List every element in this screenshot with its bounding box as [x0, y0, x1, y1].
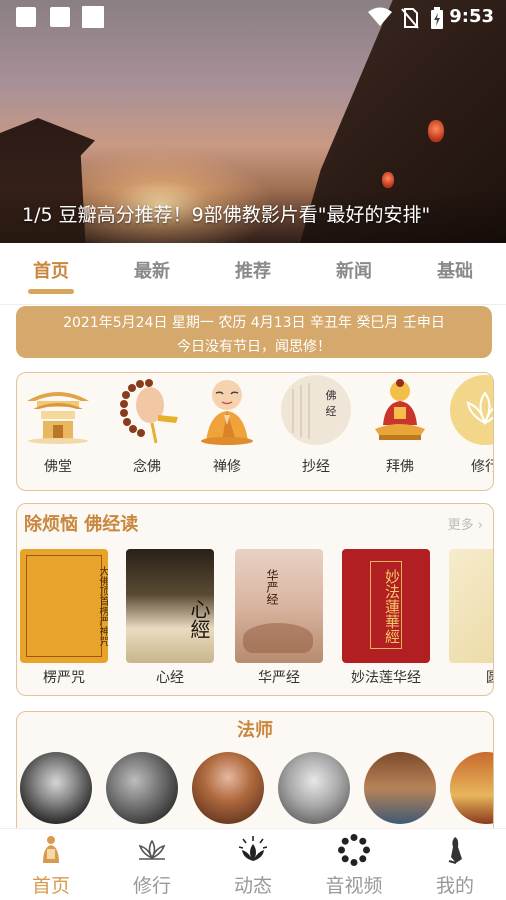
- no-sim-icon: [401, 8, 419, 29]
- nav-practice[interactable]: 修行: [112, 835, 192, 898]
- practice-shortcuts: 佛堂 念佛 禅修 佛 经 抄经 拜佛 修: [16, 372, 494, 491]
- more-link[interactable]: 更多 ›: [448, 514, 483, 533]
- tab-news[interactable]: 新闻: [319, 257, 389, 283]
- notification-icon: [16, 7, 36, 27]
- sutra-book[interactable]: 华严经 华严经: [235, 549, 323, 687]
- sutra-book[interactable]: 妙法蓮華經 妙法莲华经: [342, 549, 430, 687]
- master-avatar[interactable]: [278, 752, 350, 824]
- notification-icon: [50, 7, 70, 27]
- lotus-rays-icon: [213, 835, 293, 865]
- tab-basics[interactable]: 基础: [420, 257, 490, 283]
- sutra-scroll-icon: 佛 经: [281, 375, 351, 445]
- temple-icon: [23, 375, 93, 445]
- section-title: 法师: [237, 720, 273, 741]
- status-bar: 9:53: [0, 0, 506, 34]
- chevron-right-icon: ›: [477, 518, 483, 533]
- notification-icon: [82, 6, 104, 28]
- home-buddha-icon: [11, 835, 91, 865]
- battery-icon: [431, 7, 443, 29]
- svg-text:经: 经: [326, 405, 337, 418]
- sutra-book[interactable]: 大佛顶首楞严神咒 楞严咒: [20, 549, 108, 687]
- section-title: 除烦恼 佛经读: [24, 514, 139, 535]
- master-avatar[interactable]: [20, 752, 92, 824]
- lotus-icon: [450, 375, 493, 445]
- beads-ring-icon: [314, 834, 394, 866]
- book-cover: 大佛顶首楞严神咒: [20, 549, 108, 663]
- svg-text:佛: 佛: [326, 389, 337, 402]
- book-cover: 华严经: [235, 549, 323, 663]
- praying-hand-icon: [415, 835, 495, 865]
- tab-latest[interactable]: 最新: [117, 257, 187, 283]
- tab-home[interactable]: 首页: [16, 257, 86, 283]
- category-tabs: 首页 最新 推荐 新闻 基础: [0, 243, 506, 305]
- practice-item-meditate[interactable]: 禅修: [189, 375, 265, 476]
- prayer-beads-icon: [112, 375, 182, 445]
- lotus-icon: [112, 835, 192, 865]
- meditating-monk-icon: [192, 375, 262, 445]
- sutra-book[interactable]: 心經 心经: [126, 549, 214, 687]
- hero-banner[interactable]: 1/5 豆瓣高分推荐！9部佛教影片看"最好的安排": [0, 0, 506, 243]
- practice-item-hall[interactable]: 佛堂: [20, 375, 96, 476]
- sutra-section: 除烦恼 佛经读 更多 › 大佛顶首楞严神咒 楞严咒 心經 心经 华严经 华严经 …: [16, 503, 494, 696]
- lunar-date: 2021年5月24日 星期一 农历 4月13日 辛丑年 癸巳月 壬申日: [63, 315, 445, 331]
- tab-recommended[interactable]: 推荐: [218, 257, 288, 283]
- book-cover: 心經: [126, 549, 214, 663]
- master-avatar[interactable]: [106, 752, 178, 824]
- sutra-book[interactable]: 圆: [449, 549, 493, 687]
- festival-note: 今日没有节日，闻思修！: [177, 339, 331, 355]
- practice-item-worship[interactable]: 拜佛: [362, 375, 438, 476]
- date-banner: 2021年5月24日 星期一 农历 4月13日 辛丑年 癸巳月 壬申日 今日没有…: [16, 306, 492, 358]
- lantern: [428, 120, 444, 142]
- practice-item-cultivate[interactable]: 修行: [447, 375, 493, 476]
- active-tab-indicator: [28, 289, 74, 294]
- wifi-icon: [368, 7, 392, 26]
- book-cover: [449, 549, 493, 663]
- practice-item-chant[interactable]: 念佛: [109, 375, 185, 476]
- book-cover: 妙法蓮華經: [342, 549, 430, 663]
- master-avatar[interactable]: [450, 752, 493, 824]
- banner-caption: 1/5 豆瓣高分推荐！9部佛教影片看"最好的安排": [22, 204, 431, 226]
- buddha-statue-icon: [365, 375, 435, 445]
- practice-item-copy-sutra[interactable]: 佛 经 抄经: [278, 375, 354, 476]
- master-avatar[interactable]: [192, 752, 264, 824]
- clock: 9:53: [449, 6, 494, 27]
- nav-home[interactable]: 首页: [11, 835, 91, 898]
- nav-profile[interactable]: 我的: [415, 835, 495, 898]
- bottom-navigation: 首页 修行 动态 音视频 我的: [0, 828, 506, 900]
- masters-section: 法师: [16, 711, 494, 841]
- lantern: [382, 172, 394, 188]
- nav-feed[interactable]: 动态: [213, 835, 293, 898]
- master-avatar[interactable]: [364, 752, 436, 824]
- nav-media[interactable]: 音视频: [314, 834, 394, 898]
